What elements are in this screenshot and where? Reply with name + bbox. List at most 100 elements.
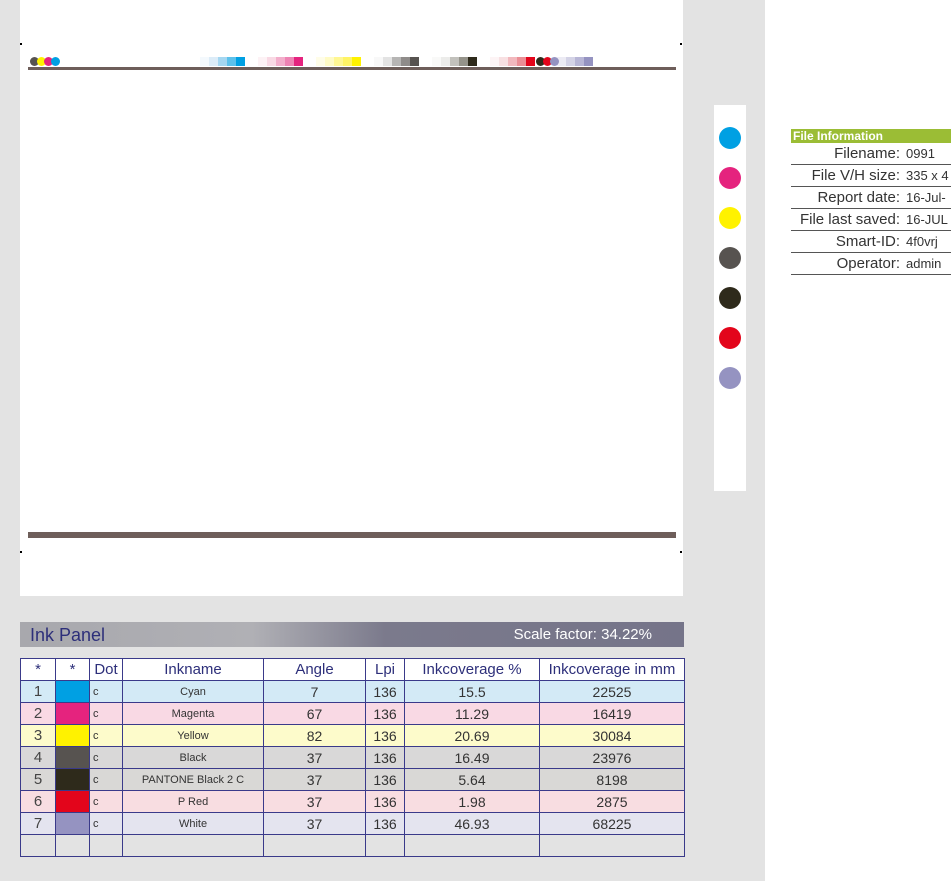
color-patch bbox=[325, 57, 334, 66]
ink-lpi: 136 bbox=[365, 746, 405, 769]
column-header[interactable]: * bbox=[55, 658, 90, 681]
cyan-separation-dot bbox=[719, 127, 741, 149]
ink-angle: 37 bbox=[263, 768, 366, 791]
color-patch bbox=[468, 57, 477, 66]
ink-coverage-percent: 46.93 bbox=[404, 812, 540, 835]
ink-panel-title: Ink Panel bbox=[30, 625, 106, 645]
file-info-value: admin bbox=[906, 256, 942, 271]
ink-row[interactable]: 3 c Yellow 82 136 20.69 30084 bbox=[20, 724, 685, 747]
ink-angle: 82 bbox=[263, 724, 366, 747]
color-patch bbox=[209, 57, 218, 66]
registration-dot bbox=[550, 57, 559, 66]
file-info-row: File V/H size: 335 x 4 bbox=[791, 165, 951, 187]
ink-row[interactable]: 1 c Cyan 7 136 15.5 22525 bbox=[20, 680, 685, 703]
column-header[interactable]: Inkcoverage % bbox=[404, 658, 540, 681]
color-patch bbox=[334, 57, 343, 66]
color-patch bbox=[392, 57, 401, 66]
ink-number: 5 bbox=[20, 768, 56, 791]
file-info-value: 16-Jul- bbox=[906, 190, 946, 205]
ink-number: 2 bbox=[20, 702, 56, 725]
ink-name: Cyan bbox=[122, 680, 264, 703]
column-header[interactable]: Inkcoverage in mm bbox=[539, 658, 685, 681]
ink-color-swatch bbox=[55, 724, 90, 747]
color-patch bbox=[432, 57, 441, 66]
scale-factor: Scale factor: 34.22% bbox=[513, 626, 652, 643]
ink-row[interactable]: 4 c Black 37 136 16.49 23976 bbox=[20, 746, 685, 769]
empty-cell bbox=[263, 834, 366, 857]
color-patch bbox=[584, 57, 593, 66]
file-info-row: Report date: 16-Jul- bbox=[791, 187, 951, 209]
empty-cell bbox=[20, 834, 56, 857]
color-patch bbox=[236, 57, 245, 66]
ink-color-swatch bbox=[55, 768, 90, 791]
color-patch bbox=[383, 57, 392, 66]
empty-cell bbox=[539, 834, 685, 857]
ink-color-swatch bbox=[55, 790, 90, 813]
color-patch bbox=[499, 57, 508, 66]
ink-color-swatch bbox=[55, 680, 90, 703]
ink-coverage-mm: 16419 bbox=[539, 702, 685, 725]
empty-cell bbox=[365, 834, 405, 857]
ink-coverage-percent: 20.69 bbox=[404, 724, 540, 747]
color-patch bbox=[374, 57, 383, 66]
file-info-label: File V/H size: bbox=[811, 167, 900, 184]
empty-cell bbox=[122, 834, 264, 857]
color-patch bbox=[410, 57, 419, 66]
ink-row[interactable]: 5 c PANTONE Black 2 C 37 136 5.64 8198 bbox=[20, 768, 685, 791]
ink-coverage-percent: 15.5 bbox=[404, 680, 540, 703]
color-patch bbox=[276, 57, 285, 66]
ink-name: Black bbox=[122, 746, 264, 769]
magenta-separation-dot bbox=[719, 167, 741, 189]
ink-coverage-percent: 11.29 bbox=[404, 702, 540, 725]
ink-table: * * Dot Inkname Angle Lpi Inkcoverage % Inkcove… bbox=[20, 658, 685, 857]
ink-name: Magenta bbox=[122, 702, 264, 725]
bottom-control-strip bbox=[28, 532, 676, 538]
ink-separation-strip bbox=[714, 105, 746, 491]
column-header[interactable]: Lpi bbox=[365, 658, 405, 681]
file-info-value: 335 x 4 bbox=[906, 168, 949, 183]
file-info-label: Operator: bbox=[836, 255, 900, 272]
color-patch bbox=[267, 57, 276, 66]
column-header[interactable]: Inkname bbox=[122, 658, 264, 681]
ink-lpi: 136 bbox=[365, 680, 405, 703]
ink-number: 3 bbox=[20, 724, 56, 747]
ink-angle: 37 bbox=[263, 790, 366, 813]
black-separation-dot bbox=[719, 247, 741, 269]
color-patch bbox=[227, 57, 236, 66]
ink-angle: 37 bbox=[263, 746, 366, 769]
top-trim-line bbox=[28, 67, 676, 70]
file-info-row: Smart-ID: 4f0vrj bbox=[791, 231, 951, 253]
empty-cell bbox=[89, 834, 123, 857]
ink-color-swatch bbox=[55, 746, 90, 769]
color-patch bbox=[490, 57, 499, 66]
column-header[interactable]: Angle bbox=[263, 658, 366, 681]
empty-cell bbox=[55, 834, 90, 857]
color-patch bbox=[575, 57, 584, 66]
color-patch bbox=[258, 57, 267, 66]
ink-dot: c bbox=[89, 746, 123, 769]
ink-color-swatch bbox=[55, 812, 90, 835]
ink-dot: c bbox=[89, 680, 123, 703]
crop-mark bbox=[680, 43, 682, 45]
ink-coverage-percent: 16.49 bbox=[404, 746, 540, 769]
ink-coverage-mm: 8198 bbox=[539, 768, 685, 791]
crop-mark bbox=[680, 551, 682, 553]
ink-angle: 67 bbox=[263, 702, 366, 725]
ink-row[interactable]: 7 c White 37 136 46.93 68225 bbox=[20, 812, 685, 835]
white-separation-dot bbox=[719, 367, 741, 389]
document-preview[interactable] bbox=[20, 0, 683, 596]
ink-row[interactable]: 2 c Magenta 67 136 11.29 16419 bbox=[20, 702, 685, 725]
ink-dot: c bbox=[89, 790, 123, 813]
ink-dot: c bbox=[89, 768, 123, 791]
empty-row bbox=[20, 834, 685, 857]
pantone-separation-dot bbox=[719, 287, 741, 309]
ink-coverage-mm: 23976 bbox=[539, 746, 685, 769]
ink-number: 1 bbox=[20, 680, 56, 703]
ink-row[interactable]: 6 cP Red 37 136 1.98 2875 bbox=[20, 790, 685, 813]
column-header[interactable]: Dot bbox=[89, 658, 123, 681]
column-header[interactable]: * bbox=[20, 658, 56, 681]
ink-lpi: 136 bbox=[365, 768, 405, 791]
crop-mark bbox=[20, 43, 22, 45]
ink-lpi: 136 bbox=[365, 724, 405, 747]
ink-coverage-percent: 5.64 bbox=[404, 768, 540, 791]
